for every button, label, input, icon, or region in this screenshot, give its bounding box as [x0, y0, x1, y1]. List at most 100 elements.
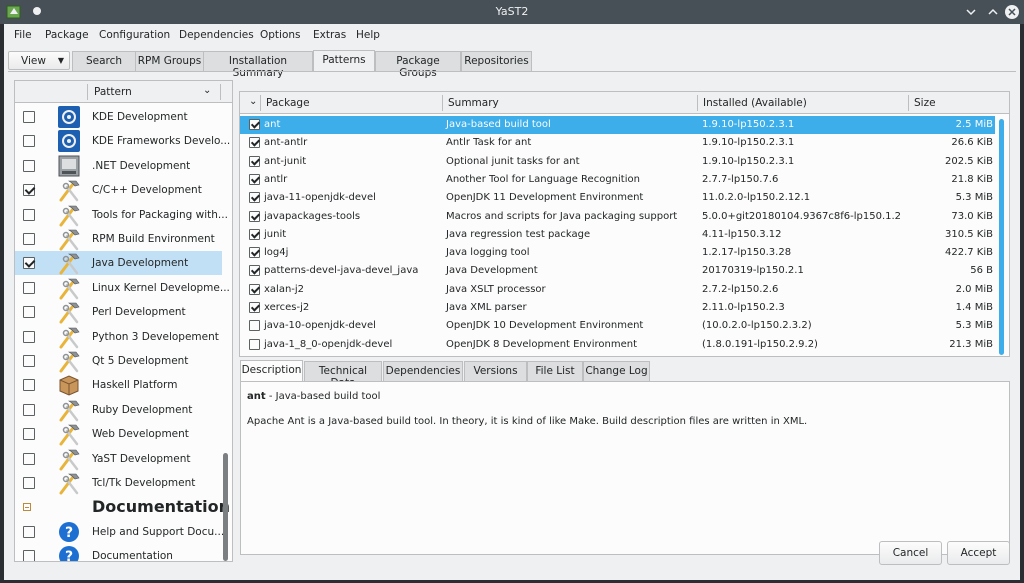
- table-row[interactable]: java-11-openjdk-devel OpenJDK 11 Developm…: [240, 189, 995, 207]
- pattern-item[interactable]: Python 3 Developement: [15, 325, 222, 349]
- menu-options[interactable]: Options: [260, 29, 301, 41]
- table-row[interactable]: junit Java regression test package 4.11-lp…: [240, 226, 995, 244]
- pattern-checkbox[interactable]: [23, 550, 35, 561]
- package-table-scrollbar[interactable]: [999, 119, 1004, 355]
- pattern-list[interactable]: Pattern ⌄ KDE Development KDE Frameworks …: [14, 80, 233, 562]
- pattern-checkbox[interactable]: [23, 355, 35, 367]
- pattern-item[interactable]: ? Documentation: [15, 544, 222, 561]
- pattern-checkbox[interactable]: [23, 159, 35, 172]
- pattern-item[interactable]: C/C++ Development: [15, 178, 222, 202]
- menu-configuration[interactable]: Configuration: [99, 29, 170, 41]
- package-checkbox[interactable]: [249, 320, 260, 332]
- package-checkbox[interactable]: [249, 228, 260, 240]
- package-checkbox[interactable]: [249, 137, 260, 149]
- pattern-checkbox[interactable]: [23, 379, 35, 392]
- pattern-item[interactable]: Qt 5 Development: [15, 349, 222, 373]
- pattern-list-header[interactable]: Pattern ⌄: [15, 81, 232, 103]
- pattern-item[interactable]: RPM Build Environment: [15, 227, 222, 251]
- pattern-item[interactable]: Tools for Packaging with...: [15, 203, 228, 227]
- pattern-checkbox[interactable]: [23, 330, 35, 343]
- menu-package[interactable]: Package: [45, 29, 89, 41]
- package-checkbox[interactable]: [249, 155, 260, 167]
- tab-installation-summary[interactable]: Installation Summary: [203, 51, 313, 79]
- pattern-checkbox[interactable]: [23, 306, 35, 319]
- view-dropdown[interactable]: View ▼: [8, 51, 70, 70]
- package-table[interactable]: ⌄ Package Summary Installed (Available) …: [239, 91, 1010, 357]
- tab-dependencies[interactable]: Dependencies: [383, 361, 463, 381]
- tab-description[interactable]: Description: [240, 360, 303, 382]
- package-checkbox[interactable]: [249, 302, 260, 313]
- package-checkbox[interactable]: [249, 119, 260, 130]
- pattern-checkbox[interactable]: [23, 477, 35, 489]
- tab-patterns[interactable]: Patterns: [313, 50, 375, 72]
- package-checkbox[interactable]: [249, 173, 260, 185]
- menu-extras[interactable]: Extras: [313, 29, 346, 41]
- collapse-icon[interactable]: [23, 503, 31, 512]
- pattern-checkbox[interactable]: [23, 257, 35, 270]
- pattern-checkbox[interactable]: [23, 281, 35, 294]
- pattern-item[interactable]: Perl Development: [15, 300, 222, 324]
- pattern-checkbox[interactable]: [23, 184, 35, 197]
- pattern-item[interactable]: ? Help and Support Docu...: [15, 520, 224, 544]
- tab-change-log[interactable]: Change Log: [583, 361, 650, 381]
- column-summary[interactable]: Summary: [448, 97, 499, 109]
- column-size[interactable]: Size: [914, 97, 936, 109]
- maximize-icon[interactable]: [986, 5, 1000, 19]
- pattern-item[interactable]: KDE Frameworks Develo...: [15, 129, 230, 153]
- pattern-item[interactable]: Java Development: [15, 251, 222, 276]
- tab-rpm-groups[interactable]: RPM Groups: [135, 51, 204, 71]
- tab-file-list[interactable]: File List: [527, 361, 583, 381]
- package-checkbox[interactable]: [249, 283, 260, 295]
- pattern-item[interactable]: Tcl/Tk Development: [15, 471, 222, 495]
- svg-text:?: ?: [65, 525, 73, 541]
- pattern-checkbox[interactable]: [23, 403, 35, 416]
- column-installed[interactable]: Installed (Available): [703, 97, 807, 109]
- pattern-checkbox[interactable]: [23, 111, 35, 123]
- pattern-checkbox[interactable]: [23, 452, 35, 465]
- table-row[interactable]: ant Java-based build tool 1.9.10-lp150.2.3…: [240, 116, 995, 134]
- pattern-checkbox[interactable]: [23, 428, 35, 441]
- close-icon[interactable]: [1005, 5, 1019, 19]
- table-row[interactable]: java-1_8_0-openjdk-devel OpenJDK 8 Develo…: [240, 336, 995, 354]
- tab-versions[interactable]: Versions: [464, 361, 527, 381]
- table-row[interactable]: ant-junit Optional junit tasks for ant 1.9…: [240, 153, 995, 171]
- view-label: View: [21, 55, 46, 67]
- menu-dependencies[interactable]: Dependencies: [179, 29, 254, 41]
- tab-package-groups[interactable]: Package Groups: [375, 51, 461, 79]
- package-checkbox[interactable]: [249, 265, 260, 277]
- pattern-group-documentation[interactable]: Documentation: [15, 495, 230, 519]
- pattern-item[interactable]: Linux Kernel Developme...: [15, 276, 230, 300]
- package-checkbox[interactable]: [249, 192, 260, 204]
- pattern-item[interactable]: Haskell Platform: [15, 373, 222, 397]
- pattern-item[interactable]: KDE Development: [15, 105, 222, 129]
- pattern-item[interactable]: .NET Development: [15, 154, 222, 178]
- menu-file[interactable]: File: [14, 29, 32, 41]
- table-row[interactable]: patterns-devel-java-devel_java Java Devel…: [240, 262, 995, 280]
- pattern-item[interactable]: YaST Development: [15, 447, 222, 471]
- minimize-icon[interactable]: [964, 5, 978, 19]
- pattern-checkbox[interactable]: [23, 525, 35, 538]
- table-row[interactable]: ant-antlr Antlr Task for ant 1.9.10-lp150.…: [240, 134, 995, 152]
- pattern-checkbox[interactable]: [23, 135, 35, 148]
- tab-technical-data[interactable]: Technical Data: [304, 361, 382, 389]
- package-checkbox[interactable]: [249, 210, 260, 222]
- cancel-button[interactable]: Cancel: [879, 541, 942, 565]
- table-row[interactable]: log4j Java logging tool 1.2.17-lp150.3.28 4…: [240, 244, 995, 262]
- column-package[interactable]: Package: [266, 97, 310, 109]
- package-checkbox[interactable]: [249, 338, 260, 350]
- tab-search[interactable]: Search: [72, 51, 136, 71]
- table-row[interactable]: java-10-openjdk-devel OpenJDK 10 Developm…: [240, 317, 995, 335]
- pattern-checkbox[interactable]: [23, 208, 35, 221]
- table-row[interactable]: xalan-j2 Java XSLT processor 2.7.2-lp150.2…: [240, 281, 995, 299]
- pattern-list-scrollbar[interactable]: [223, 453, 228, 561]
- pattern-item[interactable]: Web Development: [15, 422, 222, 446]
- menu-help[interactable]: Help: [356, 29, 380, 41]
- table-row[interactable]: antlr Another Tool for Language Recogniti…: [240, 171, 995, 189]
- table-row[interactable]: xerces-j2 Java XML parser 2.11.0-lp150.2.3…: [240, 299, 995, 317]
- pattern-checkbox[interactable]: [23, 233, 35, 245]
- accept-button[interactable]: Accept: [947, 541, 1010, 565]
- package-checkbox[interactable]: [249, 247, 260, 259]
- table-row[interactable]: javapackages-tools Macros and scripts for…: [240, 208, 995, 226]
- tab-repositories[interactable]: Repositories: [461, 51, 532, 71]
- pattern-item[interactable]: Ruby Development: [15, 398, 222, 422]
